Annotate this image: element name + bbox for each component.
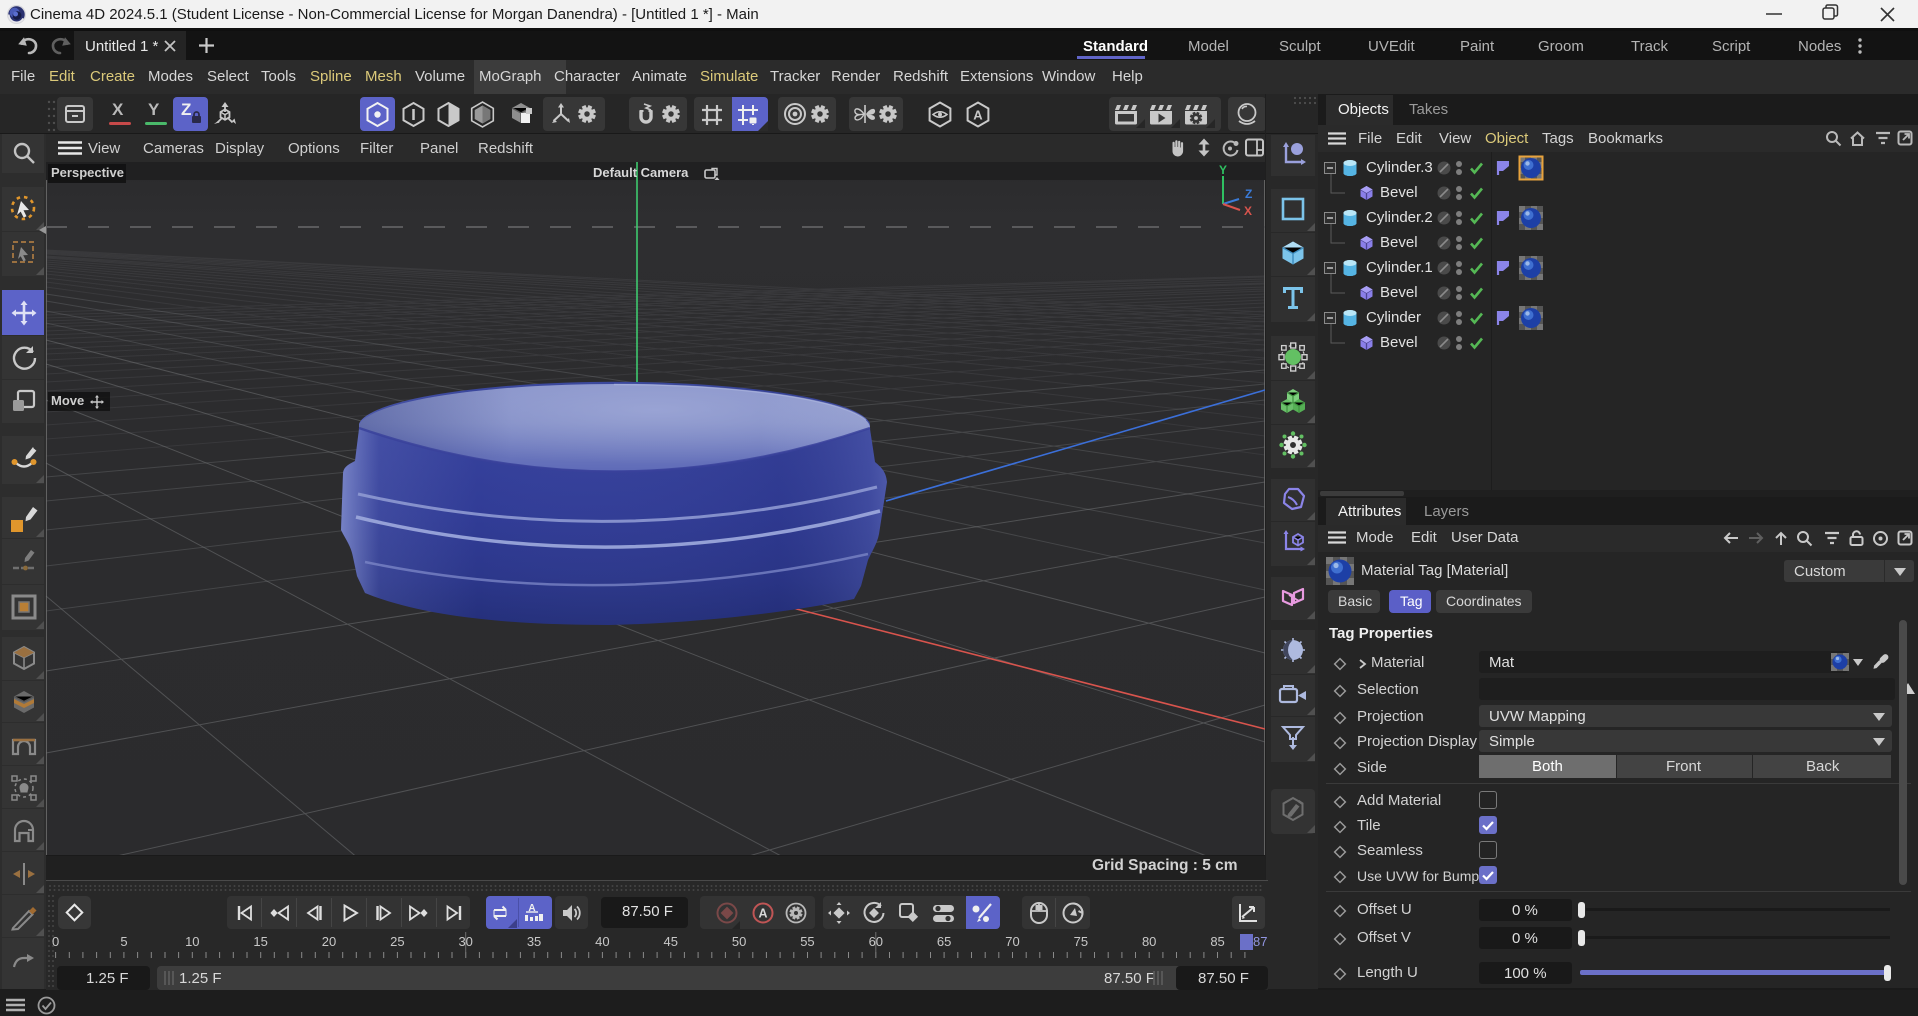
svg-text:Y: Y — [1219, 163, 1227, 177]
svg-text:Z: Z — [1245, 187, 1252, 201]
svg-text:X: X — [1244, 204, 1252, 218]
svg-text:A: A — [758, 907, 767, 921]
svg-text:A: A — [973, 108, 983, 123]
